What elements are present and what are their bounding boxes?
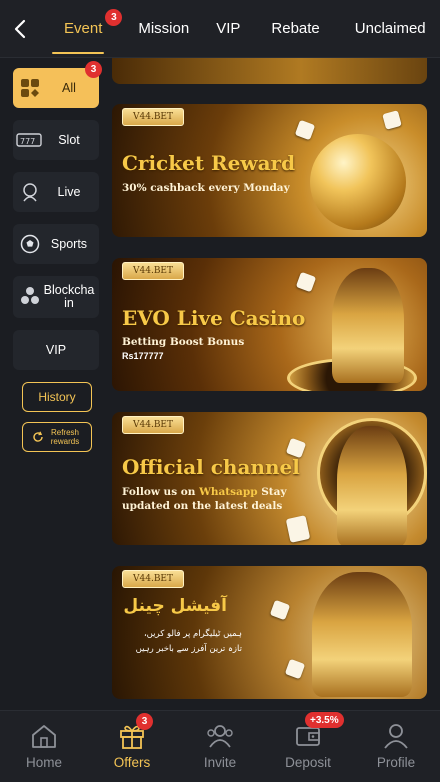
category-sidebar: All 3 777 Slot Live Sports Blockchain VI… xyxy=(13,61,102,452)
promo-banner-official-channel-urdu[interactable]: V44.BET آفیشل چینل ہمیں ٹیلیگرام پر فالو… xyxy=(112,566,427,699)
dice-decoration xyxy=(295,271,317,293)
tab-vip[interactable]: VIP xyxy=(200,0,251,58)
refresh-icon xyxy=(33,431,43,442)
tab-mission[interactable]: Mission xyxy=(116,0,200,58)
tab-label: Mission xyxy=(138,20,190,37)
promo-banner-partial[interactable] xyxy=(112,58,427,84)
subtitle-text: Follow us on xyxy=(122,486,200,498)
subtitle-text: Stay xyxy=(257,486,287,498)
chevron-left-icon xyxy=(14,19,26,38)
subtitle-text: updated on the latest deals xyxy=(122,500,283,512)
svg-text:777: 777 xyxy=(20,137,35,146)
sidebar-item-all[interactable]: All 3 xyxy=(13,61,102,108)
sidebar-item-label: Sports xyxy=(50,236,88,251)
history-button[interactable]: History xyxy=(22,382,92,412)
tab-unclaimed[interactable]: Unclaimed xyxy=(331,0,437,58)
nav-deposit[interactable]: Deposit +3.5% xyxy=(264,711,352,782)
sidebar-item-slot[interactable]: 777 Slot xyxy=(13,120,99,160)
sidebar-item-label: Blockchain xyxy=(43,283,95,310)
nav-home[interactable]: Home xyxy=(0,711,88,782)
sidebar-item-label: Slot xyxy=(58,132,80,147)
brand-tag: V44.BET xyxy=(122,416,184,434)
nav-label: Deposit xyxy=(285,755,331,770)
offers-count-badge: 3 xyxy=(136,713,153,730)
refresh-label: Refresh rewards xyxy=(50,428,80,446)
banner-title: آفیشل چینل xyxy=(123,596,227,616)
king-illustration xyxy=(337,426,407,545)
blockchain-icon xyxy=(19,285,41,307)
sidebar-item-label: Live xyxy=(57,184,81,199)
sidebar-item-vip[interactable]: VIP xyxy=(13,330,99,370)
tab-label: Rebate xyxy=(271,20,320,37)
dice-decoration xyxy=(269,599,291,621)
sidebar-item-sports[interactable]: Sports xyxy=(13,224,99,264)
nav-label: Offers xyxy=(113,755,151,770)
invite-users-icon xyxy=(205,721,235,751)
nav-offers[interactable]: Offers 3 xyxy=(88,711,176,782)
tab-label: Unclaimed xyxy=(354,20,426,37)
sidebar-item-label: All xyxy=(62,80,76,95)
user-icon xyxy=(381,721,411,751)
brand-tag: V44.BET xyxy=(122,570,184,588)
nav-invite[interactable]: Invite xyxy=(176,711,264,782)
tab-label: Event xyxy=(64,20,103,37)
tab-event[interactable]: Event 3 xyxy=(40,0,123,58)
banner-subtitle: ہمیں ٹیلیگرام پر فالو کریں، xyxy=(143,629,242,639)
tab-rebate[interactable]: Rebate xyxy=(251,0,330,58)
live-dealer-icon xyxy=(19,181,41,203)
brand-tag: V44.BET xyxy=(122,108,184,126)
banner-subtitle: Betting Boost Bonus xyxy=(122,336,245,348)
dice-decoration xyxy=(294,119,316,141)
nav-label: Profile xyxy=(376,755,416,770)
promo-banner-official-channel[interactable]: V44.BET Official channel Follow us on Wh… xyxy=(112,412,427,545)
sidebar-item-blockchain[interactable]: Blockchain xyxy=(13,276,99,318)
history-label: History xyxy=(38,390,76,404)
nav-label: Home xyxy=(25,755,62,770)
brand-tag: V44.BET xyxy=(122,262,184,280)
grid-icon xyxy=(19,77,41,99)
banner-subtitle: 30% cashback every Monday xyxy=(122,182,290,194)
nav-profile[interactable]: Profile xyxy=(352,711,440,782)
sidebar-item-label: VIP xyxy=(45,342,67,357)
nav-label: Invite xyxy=(203,755,237,770)
bottom-navigation: Home Offers 3 Invite Deposit +3.5% Profi… xyxy=(0,710,440,782)
whatsapp-highlight: Whatsapp xyxy=(199,486,258,498)
dealer-illustration xyxy=(332,268,404,383)
banner-title: Cricket Reward xyxy=(122,151,296,175)
back-button[interactable] xyxy=(0,0,40,58)
sidebar-count-badge: 3 xyxy=(85,61,102,78)
promo-banner-evo-live-casino[interactable]: V44.BET EVO Live Casino Betting Boost Bo… xyxy=(112,258,427,391)
sidebar-item-live[interactable]: Live xyxy=(13,172,99,212)
dice-decoration xyxy=(382,110,402,130)
refresh-rewards-button[interactable]: Refresh rewards xyxy=(22,422,92,452)
banner-title: Official channel xyxy=(122,455,300,479)
top-nav-bar: Event 3 Mission VIP Rebate Unclaimed xyxy=(0,0,440,58)
slot-machine-icon: 777 xyxy=(16,129,42,151)
category-tabs: Event 3 Mission VIP Rebate Unclaimed xyxy=(40,0,440,58)
deposit-bonus-badge: +3.5% xyxy=(305,712,344,728)
tab-label: VIP xyxy=(216,20,241,37)
banner-title: EVO Live Casino xyxy=(122,306,306,330)
dice-decoration xyxy=(285,515,311,543)
cricket-ball-illustration xyxy=(310,134,406,230)
soccer-ball-icon xyxy=(19,233,41,255)
promo-banner-cricket-reward[interactable]: V44.BET Cricket Reward 30% cashback ever… xyxy=(112,104,427,237)
sage-illustration xyxy=(312,572,412,697)
banner-subtitle: Follow us on Whatsapp Stay updated on th… xyxy=(122,485,287,513)
banner-subtitle: تازہ ترین آفرز سے باخبر رہیں xyxy=(135,644,242,654)
dice-decoration xyxy=(284,658,306,680)
home-icon xyxy=(29,721,59,751)
banner-amount: Rs177777 xyxy=(122,351,164,361)
